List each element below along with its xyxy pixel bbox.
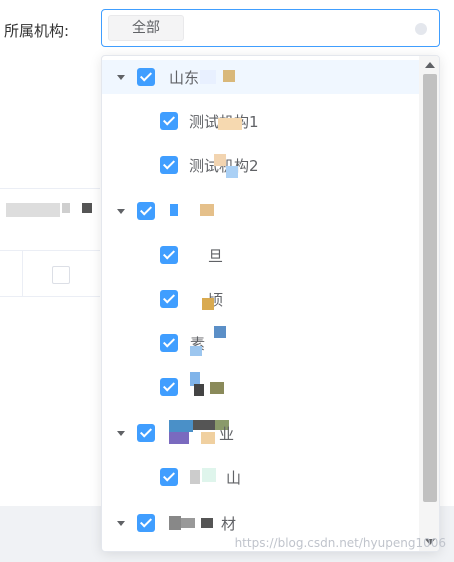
tree-node-child[interactable] bbox=[102, 370, 419, 404]
clear-icon[interactable] bbox=[415, 23, 427, 35]
blurred-text bbox=[62, 203, 70, 213]
table-header-checkbox[interactable] bbox=[52, 266, 70, 284]
tree-node-shandong[interactable]: 山东 bbox=[102, 60, 419, 94]
blurred-text bbox=[170, 204, 178, 216]
blurred-text bbox=[181, 518, 195, 528]
tree-node-test-org-1[interactable]: 测试机构1 bbox=[102, 104, 419, 138]
checkbox-icon[interactable] bbox=[160, 156, 178, 174]
blurred-text bbox=[214, 326, 226, 338]
tree-node-child[interactable]: 顷 bbox=[102, 282, 419, 316]
tree-node-group-4[interactable]: 材 bbox=[102, 506, 419, 540]
org-select[interactable]: 全部 bbox=[101, 9, 440, 47]
dropdown-scrollbar[interactable] bbox=[419, 56, 439, 551]
blurred-text bbox=[201, 432, 215, 444]
table-divider bbox=[0, 188, 100, 189]
tree-node-group-2[interactable] bbox=[102, 194, 419, 228]
checkbox-icon[interactable] bbox=[160, 112, 178, 130]
tree-node-child[interactable]: 旦 bbox=[102, 238, 419, 272]
table-divider bbox=[22, 251, 23, 296]
blurred-text bbox=[226, 166, 238, 178]
blurred-text bbox=[169, 432, 189, 444]
table-divider bbox=[0, 250, 100, 251]
blurred-text bbox=[169, 420, 193, 432]
tree-node-label: 业 bbox=[219, 425, 235, 443]
tree-node-test-org-2[interactable]: 测试机构2 bbox=[102, 148, 419, 182]
blurred-text bbox=[201, 518, 213, 528]
blurred-text bbox=[214, 154, 226, 166]
blurred-text bbox=[202, 468, 216, 482]
tree-node-group-3[interactable]: 业 bbox=[102, 416, 419, 450]
form-label: 所属机构: bbox=[4, 22, 70, 40]
checkbox-icon[interactable] bbox=[160, 378, 178, 396]
blurred-text bbox=[210, 382, 224, 394]
checkbox-icon[interactable] bbox=[160, 290, 178, 308]
blurred-text bbox=[6, 203, 60, 217]
checkbox-icon[interactable] bbox=[137, 424, 155, 442]
tree-node-label: 山 bbox=[226, 469, 242, 487]
blurred-text bbox=[223, 70, 235, 82]
chevron-down-icon[interactable] bbox=[117, 209, 125, 214]
watermark: https://blog.csdn.net/hyupeng1006 bbox=[234, 536, 446, 550]
selected-tag: 全部 bbox=[108, 15, 184, 41]
blurred-text bbox=[82, 203, 92, 213]
tree-node-label: 材 bbox=[221, 515, 237, 533]
scroll-up-icon[interactable] bbox=[425, 62, 435, 68]
checkbox-icon[interactable] bbox=[160, 246, 178, 264]
blurred-text bbox=[190, 346, 202, 356]
blurred-text bbox=[193, 420, 215, 430]
table-divider bbox=[0, 296, 100, 297]
tree-dropdown[interactable]: 山东 测试机构1 测试机构2 旦 bbox=[101, 55, 440, 552]
tree-node-child[interactable]: 素 bbox=[102, 326, 419, 360]
blurred-text bbox=[202, 298, 214, 310]
checkbox-icon[interactable] bbox=[137, 514, 155, 532]
scrollbar-thumb[interactable] bbox=[423, 74, 437, 502]
checkbox-icon[interactable] bbox=[137, 202, 155, 220]
blurred-text bbox=[194, 384, 204, 396]
chevron-down-icon[interactable] bbox=[117, 75, 125, 80]
checkbox-icon[interactable] bbox=[160, 468, 178, 486]
checkbox-icon[interactable] bbox=[160, 334, 178, 352]
tree-node-label: 山东 bbox=[169, 69, 200, 87]
tree-node-label: 旦 bbox=[208, 247, 224, 265]
chevron-down-icon[interactable] bbox=[117, 521, 125, 526]
chevron-down-icon[interactable] bbox=[117, 431, 125, 436]
blurred-text bbox=[190, 470, 200, 484]
blurred-text bbox=[218, 118, 242, 130]
blurred-text bbox=[169, 516, 181, 530]
blurred-text bbox=[200, 70, 216, 84]
org-tree: 山东 测试机构1 测试机构2 旦 bbox=[102, 56, 419, 551]
blurred-text bbox=[200, 204, 214, 216]
checkbox-icon[interactable] bbox=[137, 68, 155, 86]
tree-node-child[interactable]: 山 bbox=[102, 460, 419, 494]
